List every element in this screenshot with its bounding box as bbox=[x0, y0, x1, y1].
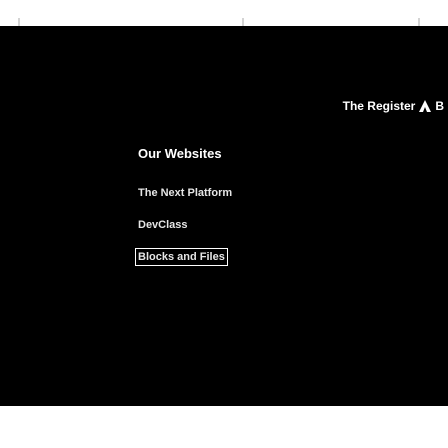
site-strapline[interactable]: The Register B bbox=[343, 92, 448, 120]
link-blocks-and-files[interactable]: Blocks and Files bbox=[135, 248, 228, 266]
band-divider bbox=[18, 18, 20, 26]
register-vulture-logo-icon bbox=[419, 100, 432, 112]
top-white-band bbox=[0, 0, 448, 26]
websites-list: The Next Platform DevClass Blocks and Fi… bbox=[135, 180, 232, 276]
bottom-white-band bbox=[0, 406, 448, 448]
strapline-text: The Register bbox=[342, 99, 416, 113]
our-websites-heading: Our Websites bbox=[138, 146, 222, 161]
band-divider bbox=[242, 18, 244, 26]
link-the-next-platform[interactable]: The Next Platform bbox=[138, 187, 232, 199]
list-item: DevClass bbox=[138, 212, 232, 238]
register-footer-page: The Register B Our Websites The Next Pla… bbox=[0, 0, 448, 448]
strapline-suffix: B bbox=[435, 99, 444, 113]
band-divider bbox=[418, 18, 420, 26]
list-item: Blocks and Files bbox=[135, 244, 232, 270]
link-devclass[interactable]: DevClass bbox=[138, 219, 188, 231]
list-item: The Next Platform bbox=[138, 180, 232, 206]
